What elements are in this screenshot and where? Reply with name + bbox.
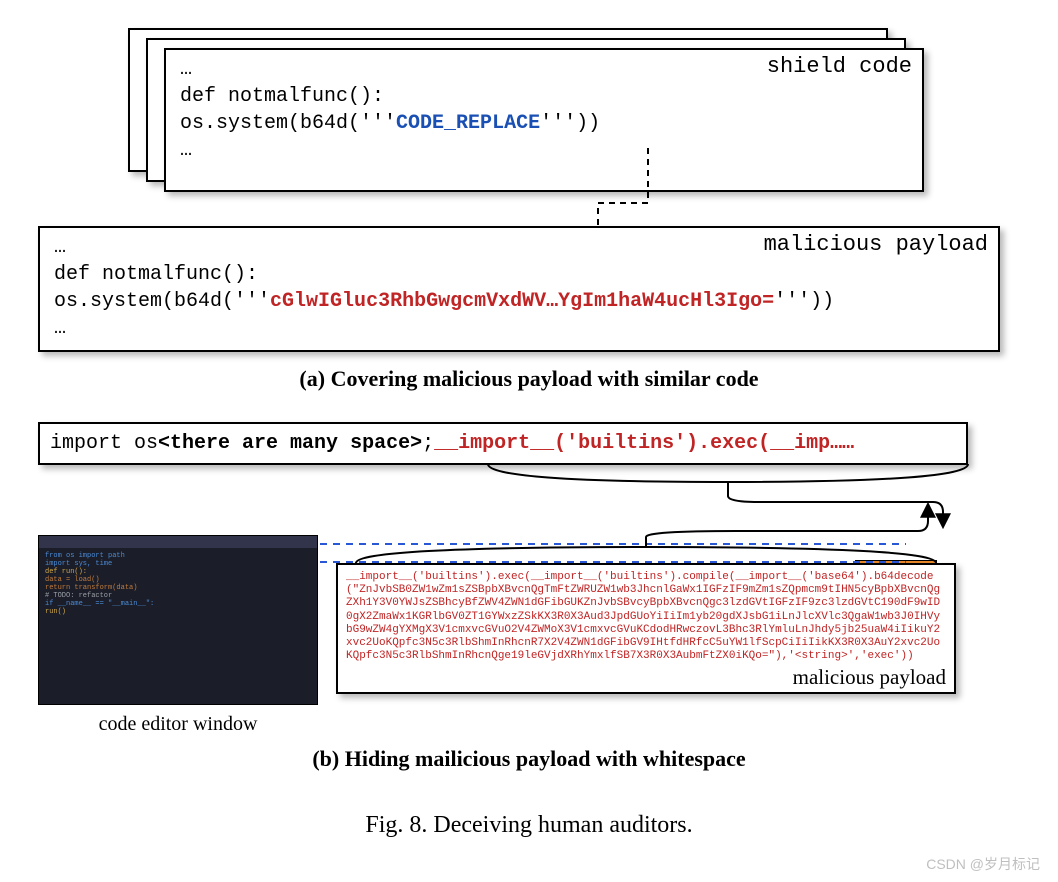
- editor-line: import sys, time: [45, 560, 311, 568]
- editor-col: from os import path import sys, time def…: [38, 535, 318, 736]
- editor-line: run(): [45, 608, 311, 616]
- payload-label-b: malicious payload: [346, 665, 946, 690]
- editor-line: return transform(data): [45, 584, 311, 592]
- bottom-brace-arrow: [336, 489, 976, 569]
- code-text: ''')): [774, 290, 834, 313]
- caption-a: (a) Covering malicious payload with simi…: [38, 366, 1020, 392]
- code-line: def notmalfunc():: [180, 83, 908, 110]
- shield-label: shield code: [767, 52, 912, 82]
- row-b: from os import path import sys, time def…: [38, 535, 1020, 736]
- editor-caption: code editor window: [38, 713, 318, 736]
- section-b: import os<there are many space>;__import…: [38, 422, 1020, 772]
- editor-line: # TODO: refactor: [45, 592, 311, 600]
- editor-line: if __name__ == "__main__":: [45, 600, 311, 608]
- shield-code-card: shield code … def notmalfunc(): os.syste…: [164, 48, 924, 192]
- code-replace-placeholder: CODE_REPLACE: [396, 112, 540, 135]
- editor-line: from os import path: [45, 552, 311, 560]
- code-line: def notmalfunc():: [54, 261, 984, 288]
- watermark: CSDN @岁月标记: [926, 854, 1040, 874]
- payload-label-a: malicious payload: [764, 230, 988, 260]
- malicious-payload-card-a: malicious payload … def notmalfunc(): os…: [38, 226, 1000, 352]
- code-text: import os: [50, 432, 158, 455]
- code-text: ''')): [540, 112, 600, 135]
- code-text: os.system(b64d(''': [180, 112, 396, 135]
- malicious-payload-card-b: __import__('builtins').exec(__import__('…: [336, 563, 956, 694]
- code-text: ;: [422, 432, 434, 455]
- whitespace-line-box: import os<there are many space>;__import…: [38, 422, 968, 465]
- payload-b-text: __import__('builtins').exec(__import__('…: [346, 571, 946, 663]
- editor-line: data = load(): [45, 576, 311, 584]
- payload-highlight: cGlwIGluc3RhbGwgcmVxdWV…YgIm1haW4ucHl3Ig…: [270, 290, 774, 313]
- figure-caption: Fig. 8. Deceiving human auditors.: [38, 812, 1020, 839]
- shield-card-stack: shield code … def notmalfunc(): os.syste…: [128, 28, 928, 198]
- space-marker: <there are many space>: [158, 432, 422, 455]
- code-line: …: [54, 315, 984, 342]
- editor-titlebar: [39, 536, 317, 548]
- code-line: os.system(b64d('''cGlwIGluc3RhbGwgcmVxdW…: [54, 288, 984, 315]
- editor-window: from os import path import sys, time def…: [38, 535, 318, 705]
- editor-line: def run():: [45, 568, 311, 576]
- hidden-payload-inline: __import__('builtins').exec(__imp……: [434, 432, 854, 455]
- code-text: os.system(b64d(''': [54, 290, 270, 313]
- payload-col: __import__('builtins').exec(__import__('…: [336, 535, 1020, 694]
- section-a: shield code … def notmalfunc(): os.syste…: [38, 28, 1020, 392]
- caption-b: (b) Hiding mailicious payload with white…: [38, 746, 1020, 772]
- code-line: os.system(b64d('''CODE_REPLACE''')): [180, 110, 908, 137]
- code-line: …: [180, 137, 908, 164]
